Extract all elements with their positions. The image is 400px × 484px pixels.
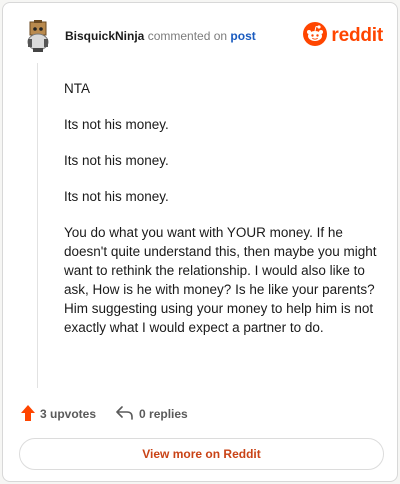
reply-arrow-icon	[116, 405, 139, 423]
reply-count: 0 replies	[139, 407, 188, 421]
reddit-snoo-icon	[303, 21, 328, 51]
comment-embed-card: BisquickNinja commented on post reddit N…	[2, 2, 398, 482]
username-link[interactable]: BisquickNinja	[65, 29, 144, 43]
comment-actions: 3 upvotes 0 replies	[21, 404, 208, 424]
byline: BisquickNinja commented on post	[65, 29, 256, 43]
comment-paragraph: Its not his money.	[64, 153, 169, 168]
upvote-button[interactable]: 3 upvotes	[21, 404, 97, 424]
thread-line	[37, 63, 38, 388]
comment-paragraph: Its not his money.	[64, 189, 169, 204]
comment-paragraph: You do what you want with YOUR money. If…	[64, 225, 377, 335]
upvote-count: 3 upvotes	[40, 407, 97, 421]
comment-paragraph: NTA	[64, 81, 90, 96]
reply-button[interactable]: 0 replies	[116, 405, 188, 423]
comment-header: BisquickNinja commented on post reddit	[21, 19, 383, 53]
action-text: commented on	[144, 29, 231, 43]
upvote-arrow-icon	[21, 404, 40, 424]
reddit-wordmark: reddit	[331, 25, 383, 46]
snoo-avatar-icon[interactable]	[21, 19, 55, 53]
comment-body: NTA Its not his money. Its not his money…	[64, 79, 382, 354]
comment-paragraph: Its not his money.	[64, 117, 169, 132]
post-link[interactable]: post	[230, 29, 255, 43]
view-more-button[interactable]: View more on Reddit	[19, 438, 384, 470]
reddit-logo[interactable]: reddit	[303, 21, 383, 51]
